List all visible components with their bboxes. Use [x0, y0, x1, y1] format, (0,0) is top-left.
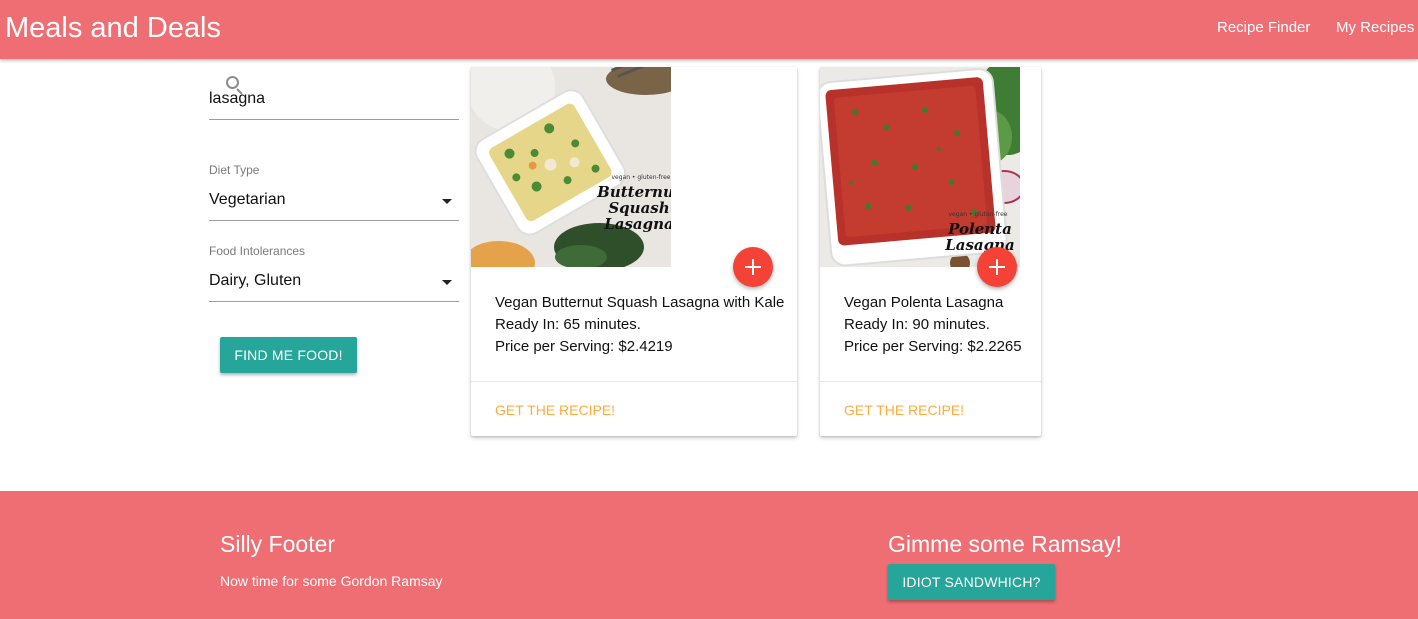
recipe-ready-time: Ready In: 90 minutes.	[844, 316, 990, 333]
brand-logo[interactable]: Meals and Deals	[5, 8, 221, 48]
get-recipe-link[interactable]: GET THE RECIPE!	[495, 402, 615, 418]
recipe-card: vegan • gluten-free Polenta Lasagna Vega…	[820, 67, 1041, 436]
caret-down-icon	[442, 199, 452, 204]
recipe-title: Vegan Butternut Squash Lasagna with Kale	[495, 294, 785, 311]
food-intolerances-value: Dairy, Gluten	[209, 272, 302, 289]
recipe-card: vegan • gluten-free Butternut Squash Las…	[471, 67, 797, 436]
image-caption-word: Lasagna	[603, 215, 671, 233]
recipe-image: vegan • gluten-free Polenta Lasagna	[820, 67, 1020, 267]
footer-title: Silly Footer	[220, 531, 336, 557]
recipe-details: Vegan Polenta Lasagna Ready In: 90 minut…	[844, 292, 1022, 358]
recipe-ready-time: Ready In: 65 minutes.	[495, 316, 641, 333]
diet-type-label: Diet Type	[209, 163, 260, 177]
ramsay-title: Gimme some Ramsay!	[888, 531, 1122, 557]
page-footer: Silly Footer Now time for some Gordon Ra…	[0, 491, 1418, 619]
top-navbar: Meals and Deals Recipe Finder My Recipes	[0, 0, 1418, 59]
add-recipe-button[interactable]	[977, 247, 1017, 287]
search-input[interactable]	[209, 84, 459, 120]
find-me-food-button[interactable]: FIND ME FOOD!	[220, 337, 357, 373]
food-intolerances-label: Food Intolerances	[209, 244, 306, 258]
search-field	[209, 76, 459, 120]
idiot-sandwich-button[interactable]: IDIOT SANDWHICH?	[888, 564, 1055, 600]
nav-my-recipes[interactable]: My Recipes	[1336, 18, 1414, 38]
card-action-bar: GET THE RECIPE!	[820, 381, 1041, 436]
add-recipe-button[interactable]	[733, 247, 773, 287]
nav-recipe-finder[interactable]: Recipe Finder	[1217, 18, 1310, 38]
recipe-title: Vegan Polenta Lasagna	[844, 294, 1004, 311]
food-intolerances-select[interactable]: Dairy, Gluten	[209, 268, 459, 302]
image-caption-tag: vegan • gluten-free	[948, 211, 1007, 218]
recipe-image: vegan • gluten-free Butternut Squash Las…	[471, 67, 671, 267]
caret-down-icon	[442, 280, 452, 285]
image-caption-tag: vegan • gluten-free	[611, 174, 670, 181]
get-recipe-link[interactable]: GET THE RECIPE!	[844, 402, 964, 418]
diet-type-value: Vegetarian	[209, 191, 286, 208]
footer-text: Now time for some Gordon Ramsay	[220, 573, 443, 589]
recipe-details: Vegan Butternut Squash Lasagna with Kale…	[495, 292, 784, 358]
card-action-bar: GET THE RECIPE!	[471, 381, 797, 436]
recipe-price: Price per Serving: $2.4219	[495, 338, 673, 355]
recipe-price: Price per Serving: $2.2265	[844, 338, 1022, 355]
diet-type-select[interactable]: Vegetarian	[209, 187, 459, 221]
